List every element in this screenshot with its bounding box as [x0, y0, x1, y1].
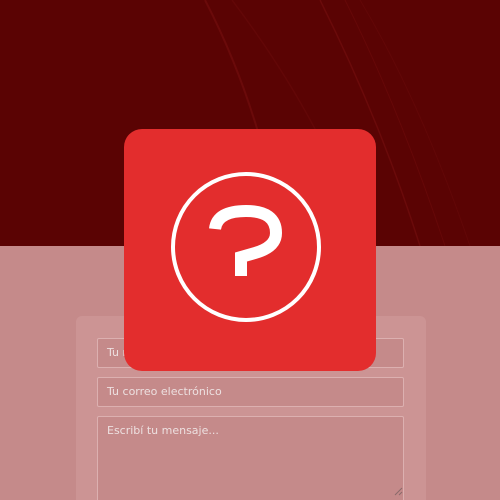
help-app-tile[interactable]	[124, 129, 376, 371]
question-mark-circle-icon	[171, 172, 321, 322]
resize-handle-icon[interactable]	[394, 487, 403, 496]
email-input[interactable]: Tu correo electrónico	[97, 377, 404, 407]
message-textarea[interactable]: Escribí tu mensaje...	[97, 416, 404, 500]
